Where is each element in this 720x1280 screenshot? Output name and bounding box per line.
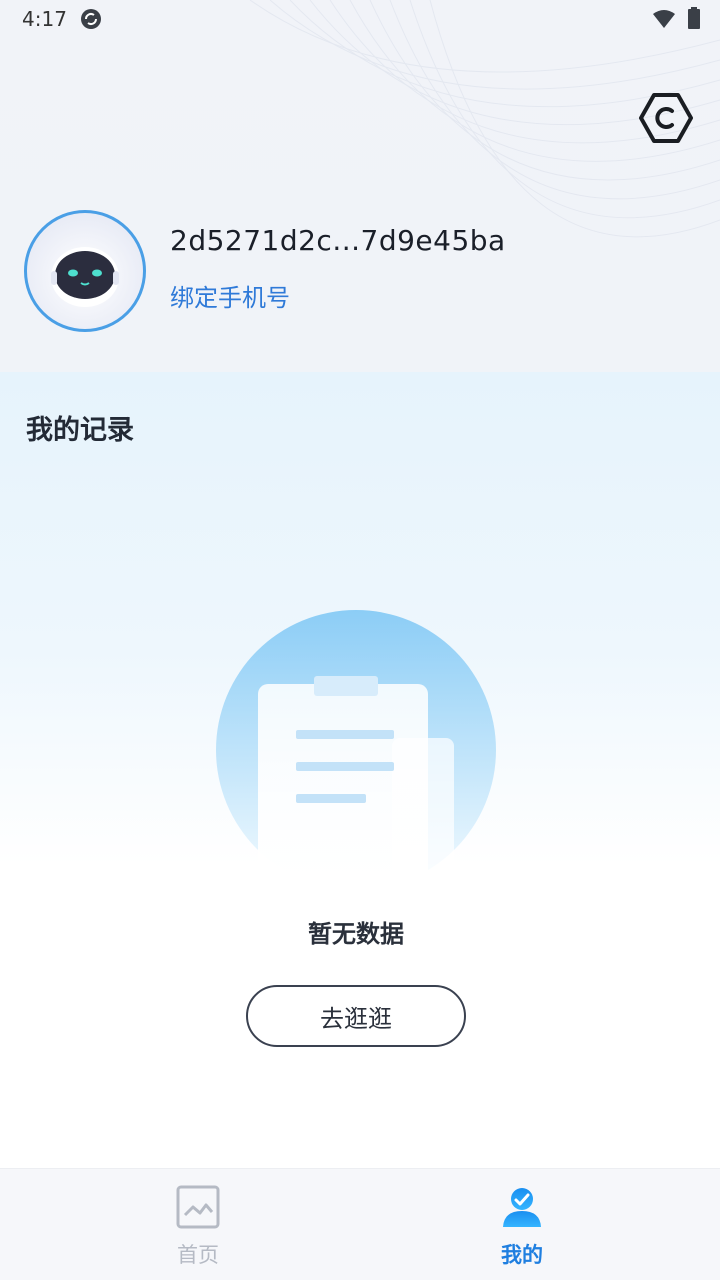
nav-label-home: 首页: [177, 1243, 219, 1267]
bottom-nav: 首页 我的: [0, 1168, 720, 1280]
user-id: 2d5271d2c...7d9e45ba: [170, 224, 506, 257]
sync-icon: [81, 9, 101, 29]
nav-label-mine: 我的: [501, 1243, 543, 1267]
user-icon: [503, 1188, 541, 1227]
status-time: 4:17: [22, 7, 67, 31]
go-shopping-button[interactable]: 去逛逛: [246, 985, 466, 1047]
empty-clipboard-icon: [216, 610, 496, 890]
empty-text: 暂无数据: [308, 920, 404, 948]
robot-avatar-icon[interactable]: [24, 210, 146, 332]
status-bar: 4:17: [0, 0, 720, 38]
nav-item-home[interactable]: 首页: [98, 1169, 298, 1280]
picture-frame-icon: [176, 1185, 220, 1229]
settings-hexagon-icon[interactable]: [638, 90, 694, 146]
bind-phone-link[interactable]: 绑定手机号: [170, 278, 290, 313]
wifi-icon: [653, 10, 675, 28]
records-title: 我的记录: [26, 415, 134, 446]
nav-item-mine[interactable]: 我的: [422, 1169, 622, 1280]
battery-icon: [688, 7, 700, 29]
